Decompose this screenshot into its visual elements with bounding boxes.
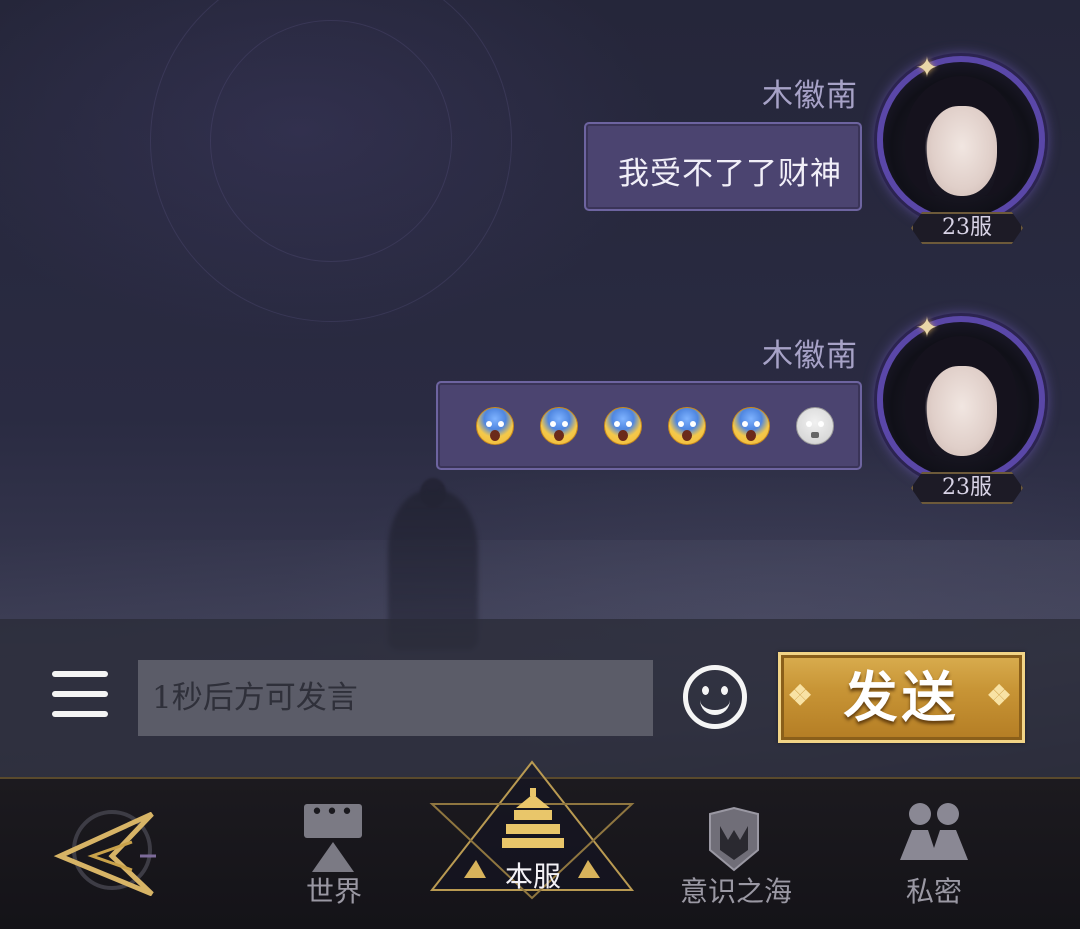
screaming-face-emoji-icon (476, 407, 514, 445)
skull-face-emoji-icon (796, 407, 834, 445)
sender-avatar[interactable]: ✦ 23服 (877, 51, 1045, 244)
send-button[interactable]: ❖ 发送 ❖ (778, 652, 1025, 743)
world-chat-icon[interactable] (304, 800, 362, 872)
chat-input[interactable] (138, 660, 653, 736)
screaming-face-emoji-icon (732, 407, 770, 445)
avatar-star-icon: ✦ (915, 51, 939, 84)
avatar-face (927, 106, 997, 196)
background-ring (210, 20, 452, 262)
sea-of-consciousness-icon[interactable] (706, 806, 762, 872)
server-badge: 23服 (911, 472, 1023, 504)
sender-avatar[interactable]: ✦ 23服 (877, 311, 1045, 504)
game-logo-icon[interactable] (52, 812, 162, 896)
screaming-face-emoji-icon (604, 407, 642, 445)
nav-label-sea[interactable]: 意识之海 (680, 870, 792, 910)
emoji-row (476, 407, 834, 445)
server-chat-icon[interactable] (500, 788, 566, 850)
screaming-face-emoji-icon (540, 407, 578, 445)
send-button-label: 发送 (843, 665, 960, 729)
message-text: 我受不了了财神 (618, 156, 842, 192)
flourish-right-icon: ❖ (986, 679, 1016, 712)
private-chat-icon[interactable] (898, 800, 970, 872)
nav-label-server[interactable]: 本服 (505, 855, 561, 895)
screaming-face-emoji-icon (668, 407, 706, 445)
nav-label-world[interactable]: 世界 (306, 870, 362, 910)
message-sender-name: 木徽南 (762, 78, 858, 114)
server-badge: 23服 (911, 212, 1023, 244)
message-bubble[interactable]: 我受不了了财神 (584, 122, 862, 211)
nav-label-private[interactable]: 私密 (906, 870, 962, 910)
menu-icon[interactable] (52, 671, 108, 717)
emoji-icon[interactable] (683, 665, 747, 729)
message-sender-name: 木徽南 (762, 338, 858, 374)
flourish-left-icon: ❖ (787, 679, 817, 712)
message-bubble[interactable] (436, 381, 862, 470)
avatar-star-icon: ✦ (915, 311, 939, 344)
avatar-face (927, 366, 997, 456)
